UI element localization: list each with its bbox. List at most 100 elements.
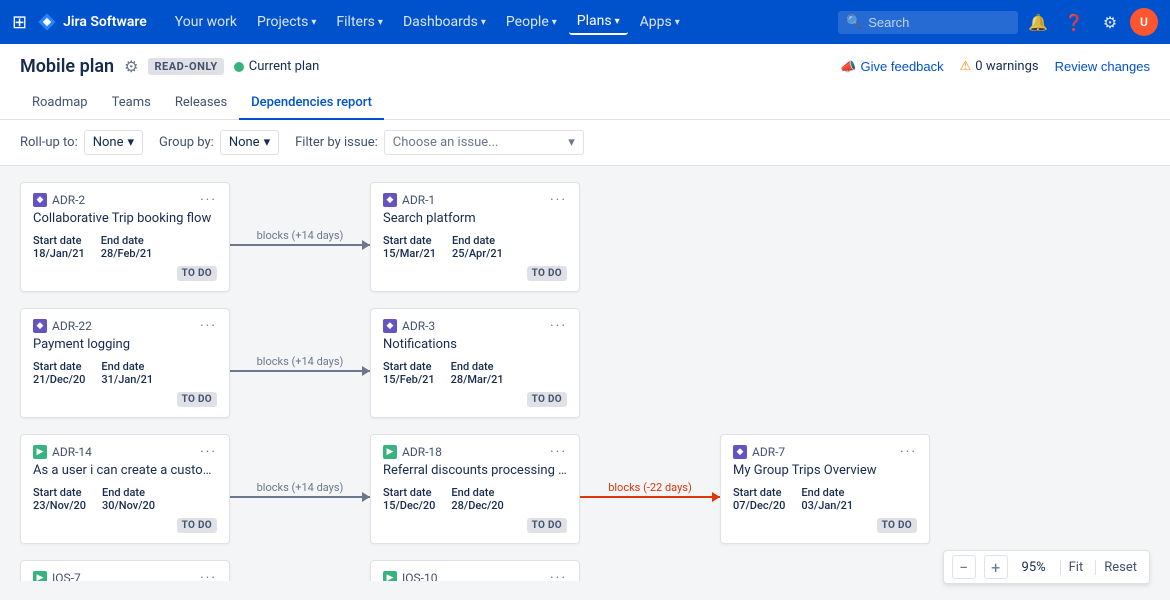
tabs: Roadmap Teams Releases Dependencies repo… (20, 87, 1150, 119)
subheader: Mobile plan ⚙ READ-ONLY Current plan 📣 G… (0, 44, 1170, 120)
issue-select[interactable]: Choose an issue... ▾ (384, 130, 584, 155)
status-badge: TO DO (177, 266, 217, 281)
end-date: End date 28/Mar/21 (451, 360, 504, 386)
review-changes-button[interactable]: Review changes (1055, 59, 1150, 74)
tab-teams[interactable]: Teams (100, 87, 163, 120)
nav-apps[interactable]: Apps ▾ (632, 10, 688, 34)
start-date: Start date 18/Jan/21 (33, 234, 85, 260)
more-options-btn[interactable]: ··· (550, 445, 567, 459)
avatar[interactable]: U (1130, 8, 1158, 36)
topnav: ⊞ Jira Software Your work Projects ▾ Fil… (0, 0, 1170, 44)
filter-bar: Roll-up to: None ▾ Group by: None ▾ Filt… (0, 120, 1170, 166)
connector-1: blocks (+14 days) (230, 229, 370, 246)
more-options-btn[interactable]: ··· (200, 445, 217, 459)
page-title: Mobile plan (20, 56, 114, 77)
more-options-btn[interactable]: ··· (200, 319, 217, 333)
rollup-select[interactable]: None ▾ (84, 130, 143, 155)
connector-label: blocks (+14 days) (257, 355, 344, 368)
card-adr18: ▶ ADR-18 ··· Referral discounts processi… (370, 434, 580, 544)
arrow-line (230, 244, 370, 246)
more-options-btn[interactable]: ··· (550, 193, 567, 207)
status-badge: TO DO (527, 518, 567, 533)
connector-2: blocks (+14 days) (230, 355, 370, 372)
card-icon-adr2: ◆ (33, 193, 47, 207)
card-icon-adr7: ◆ (733, 445, 747, 459)
card-icon-adr3: ◆ (383, 319, 397, 333)
arrow-line (230, 370, 370, 372)
give-feedback-button[interactable]: 📣 Give feedback (840, 59, 943, 75)
more-options-btn[interactable]: ··· (200, 571, 217, 581)
warnings-button[interactable]: ⚠ 0 warnings (960, 59, 1039, 74)
grid-icon[interactable]: ⊞ (12, 12, 27, 33)
card-adr22: ◆ ADR-22 ··· Payment logging Start date … (20, 308, 230, 418)
nav-plans[interactable]: Plans ▾ (569, 9, 628, 35)
search-input[interactable] (868, 15, 1008, 30)
card-adr3: ◆ ADR-3 ··· Notifications Start date 15/… (370, 308, 580, 418)
more-options-btn[interactable]: ··· (200, 193, 217, 207)
nav-dashboards[interactable]: Dashboards ▾ (395, 10, 494, 34)
connector-label: blocks (+14 days) (257, 481, 344, 494)
zoom-reset-button[interactable]: Reset (1095, 560, 1141, 575)
chevron-down-icon: ▾ (675, 17, 680, 28)
filterby-filter: Filter by issue: Choose an issue... ▾ (295, 130, 584, 155)
card-adr2: ◆ ADR-2 ··· Collaborative Trip booking f… (20, 182, 230, 292)
start-date: Start date 07/Dec/20 (733, 486, 785, 512)
card-icon-adr18: ▶ (383, 445, 397, 459)
chevron-down-icon: ▾ (128, 135, 135, 150)
end-date: End date 28/Feb/21 (101, 234, 153, 260)
chevron-down-icon: ▾ (378, 17, 383, 28)
chevron-down-icon: ▾ (568, 135, 575, 150)
card-adr7: ◆ ADR-7 ··· My Group Trips Overview Star… (720, 434, 930, 544)
card-icon-ios7: ▶ (33, 571, 47, 581)
nav-filters[interactable]: Filters ▾ (328, 10, 391, 34)
card-ios7: ▶ IOS-7 ··· As a user i can log into the… (20, 560, 230, 581)
zoom-fit-button[interactable]: Fit (1060, 560, 1088, 575)
arrow-line-red (580, 496, 720, 498)
zoom-out-button[interactable]: − (952, 555, 976, 579)
card-icon-ios10: ▶ (383, 571, 397, 581)
chevron-down-icon: ▾ (311, 17, 316, 28)
settings-gear-icon[interactable]: ⚙ (124, 57, 138, 76)
dep-row-3: ▶ ADR-14 ··· As a user i can create a cu… (20, 434, 1150, 544)
search-box[interactable]: 🔍 (838, 11, 1018, 34)
end-date: End date 28/Dec/20 (451, 486, 503, 512)
settings-icon[interactable]: ⚙ (1094, 6, 1126, 38)
more-options-btn[interactable]: ··· (900, 445, 917, 459)
arrow-line (230, 496, 370, 498)
connector-label-red: blocks (-22 days) (608, 481, 692, 494)
card-title: Collaborative Trip booking flow (33, 211, 217, 226)
card-icon-adr14: ▶ (33, 445, 47, 459)
status-badge: TO DO (177, 518, 217, 533)
nav-projects[interactable]: Projects ▾ (249, 10, 324, 34)
tab-dependencies-report[interactable]: Dependencies report (239, 87, 384, 120)
more-options-btn[interactable]: ··· (550, 319, 567, 333)
rollup-filter: Roll-up to: None ▾ (20, 130, 143, 155)
zoom-level: 95% (1016, 560, 1052, 575)
subheader-actions: 📣 Give feedback ⚠ 0 warnings Review chan… (840, 59, 1150, 75)
card-adr14: ▶ ADR-14 ··· As a user i can create a cu… (20, 434, 230, 544)
end-date: End date 30/Nov/20 (102, 486, 155, 512)
chevron-down-icon: ▾ (615, 16, 620, 27)
tab-releases[interactable]: Releases (163, 87, 239, 120)
card-title: Search platform (383, 211, 567, 226)
megaphone-icon: 📣 (840, 59, 856, 75)
groupby-select[interactable]: None ▾ (220, 130, 279, 155)
card-ios10: ▶ IOS-10 ··· As a user i can log into th… (370, 560, 580, 581)
current-plan: Current plan (234, 59, 320, 74)
logo[interactable]: Jira Software (37, 12, 147, 32)
more-options-btn[interactable]: ··· (550, 571, 567, 581)
start-date: Start date 15/Feb/21 (383, 360, 435, 386)
status-badge: TO DO (877, 518, 917, 533)
connector-3a: blocks (+14 days) (230, 481, 370, 498)
nav-people[interactable]: People ▾ (498, 10, 565, 34)
start-date: Start date 21/Dec/20 (33, 360, 85, 386)
card-title: Notifications (383, 337, 567, 352)
chevron-down-icon: ▾ (552, 17, 557, 28)
tab-roadmap[interactable]: Roadmap (20, 87, 100, 120)
help-icon[interactable]: ❓ (1058, 6, 1090, 38)
end-date: End date 31/Jan/21 (101, 360, 153, 386)
zoom-in-button[interactable]: + (984, 555, 1008, 579)
notifications-icon[interactable]: 🔔 (1022, 6, 1054, 38)
chevron-down-icon: ▾ (481, 17, 486, 28)
nav-your-work[interactable]: Your work (167, 10, 245, 34)
